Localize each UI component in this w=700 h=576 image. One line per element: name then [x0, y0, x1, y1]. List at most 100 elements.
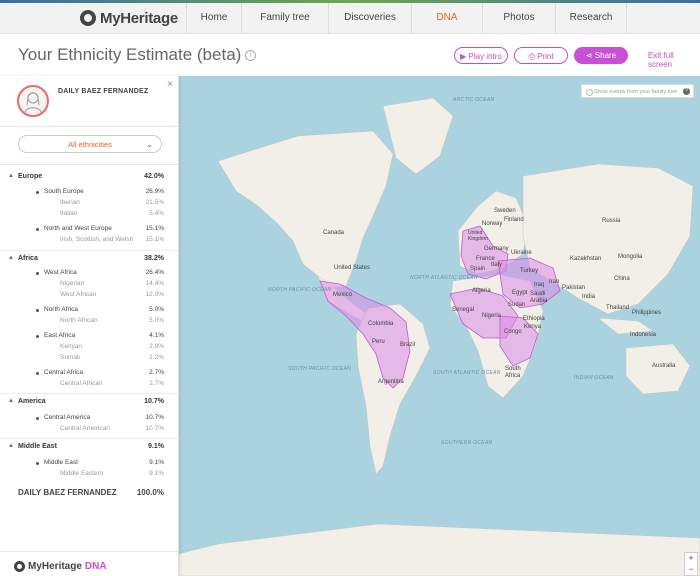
label-south-pacific: SOUTH PACIFIC OCEAN: [288, 366, 352, 372]
help-icon[interactable]: ?: [683, 88, 690, 95]
zoom-out-button[interactable]: −: [685, 564, 697, 575]
play-intro-label: Play intro: [468, 52, 502, 61]
ethnicity-central-african[interactable]: Central African 2.7%: [60, 380, 164, 390]
myheritage-logo[interactable]: MyHeritage: [80, 9, 178, 27]
ethnicity-middle-eastern[interactable]: Middle Eastern 9.1%: [60, 470, 164, 480]
region-name: Middle East: [18, 443, 57, 450]
subregion-name: East Africa: [44, 332, 76, 339]
ethnicity-italian[interactable]: Italian 5.4%: [60, 210, 164, 220]
logo-icon: [80, 10, 96, 26]
label-ukraine: Ukraine: [511, 250, 532, 256]
family-tree-events-toggle[interactable]: Show events from your family tree ?: [581, 84, 694, 98]
region-percent: 9.1%: [148, 443, 164, 450]
region-middle-east[interactable]: ▲ Middle East 9.1%: [8, 443, 164, 453]
subregion-west-africa[interactable]: West Africa 26.4%: [36, 269, 164, 279]
label-saudi-arabia: Saudi Arabia: [530, 291, 548, 304]
bullet: [36, 272, 39, 275]
ethnicity-name: Middle Eastern: [60, 470, 104, 477]
ethnicity-name: West African: [60, 291, 97, 298]
ethnicity-percent: 5.4%: [149, 210, 164, 217]
ethnicity-percent: 2.9%: [149, 343, 164, 350]
region-name: Africa: [18, 255, 38, 262]
label-canada: Canada: [323, 230, 345, 236]
page-title: Your Ethnicity Estimate (beta) i: [18, 45, 257, 65]
share-button[interactable]: ⋖ Share: [574, 47, 628, 64]
ethnicity-west-african[interactable]: West African 12.0%: [60, 291, 164, 301]
nav-family-tree[interactable]: Family tree: [241, 3, 328, 33]
label-sweden: Sweden: [494, 208, 516, 214]
ethnicity-somali[interactable]: Somali 1.2%: [60, 354, 164, 364]
ethnicity-name: Italian: [60, 210, 78, 217]
subregion-north-west-europe[interactable]: North and West Europe 15.1%: [36, 225, 164, 235]
print-button[interactable]: ⎙ Print: [514, 47, 568, 64]
label-southern-ocean: SOUTHERN OCEAN: [441, 440, 493, 446]
play-intro-button[interactable]: ▶ Play intro: [454, 47, 508, 64]
person-name: DAILY BAEZ FERNANDEZ: [58, 88, 149, 95]
close-icon[interactable]: ×: [167, 79, 173, 90]
label-kenya: Kenya: [524, 324, 542, 330]
zoom-in-button[interactable]: +: [685, 553, 697, 564]
region-percent: 10.7%: [144, 398, 164, 405]
subregion-east-africa[interactable]: East Africa 4.1%: [36, 332, 164, 342]
label-spain: Spain: [470, 266, 486, 272]
ethnicity-central-american[interactable]: Central American 10.7%: [60, 425, 164, 435]
logo-text: MyHeritage: [100, 9, 178, 27]
info-icon[interactable]: i: [245, 50, 257, 62]
subregion-percent: 26.4%: [145, 269, 164, 276]
nav-discoveries[interactable]: Discoveries: [328, 3, 411, 33]
bullet: [36, 417, 39, 420]
nav-photos[interactable]: Photos: [482, 3, 555, 33]
play-icon: ▶: [460, 52, 467, 61]
label-north-atlantic: NORTH ATLANTIC OCEAN: [410, 275, 478, 281]
subregion-central-africa[interactable]: Central Africa 2.7%: [36, 369, 164, 379]
subregion-north-africa[interactable]: North Africa 5.0%: [36, 306, 164, 316]
ethnicity-name: Nigerian: [60, 280, 85, 287]
region-africa[interactable]: ▲ Africa 38.2%: [8, 255, 164, 265]
ethnicity-name: Kenyan: [60, 343, 83, 350]
label-india: India: [582, 294, 596, 300]
label-sudan: Sudan: [508, 302, 526, 308]
person-silhouette-icon: [24, 92, 42, 114]
ethnicity-iberian[interactable]: Iberian 21.5%: [60, 199, 164, 209]
bullet: [36, 228, 39, 231]
bullet: [36, 372, 39, 375]
subregion-percent: 4.1%: [149, 332, 164, 339]
subregion-south-europe[interactable]: South Europe 26.9%: [36, 188, 164, 198]
label-brazil: Brazil: [400, 342, 416, 348]
label-north-pacific: NORTH PACIFIC OCEAN: [268, 287, 332, 293]
toggle-checkbox[interactable]: [586, 89, 593, 96]
page-title-text: Your Ethnicity Estimate (beta): [18, 45, 242, 64]
subregion-central-america[interactable]: Central America 10.7%: [36, 414, 164, 424]
nav-home[interactable]: Home: [186, 3, 241, 33]
subregion-middle-east[interactable]: Middle East 9.1%: [36, 459, 164, 469]
ethnicity-sidebar: × DAILY BAEZ FERNANDEZ All ethnicities ⌄…: [0, 76, 179, 576]
ethnicity-irish-scottish-welsh[interactable]: Irish, Scottish, and Welsh 15.1%: [60, 236, 164, 246]
zoom-control: + −: [684, 552, 698, 576]
label-italy: Italy: [491, 262, 503, 268]
region-america[interactable]: ▲ America 10.7%: [8, 398, 164, 408]
ethnicity-nigerian[interactable]: Nigerian 14.4%: [60, 280, 164, 290]
label-united-states: United States: [334, 265, 371, 271]
ethnicity-percent: 12.0%: [145, 291, 164, 298]
nav-research[interactable]: Research: [555, 3, 627, 33]
ethnicity-filter-select[interactable]: All ethnicities ⌄: [18, 135, 162, 153]
nav-dna[interactable]: DNA: [411, 3, 482, 33]
label-thailand: Thailand: [606, 305, 630, 311]
total-name: DAILY BAEZ FERNANDEZ: [18, 488, 117, 497]
exit-full-screen-link[interactable]: Exit full screen: [648, 51, 700, 69]
printer-icon: ⎙: [528, 52, 535, 61]
subregion-name: Central Africa: [44, 369, 84, 376]
ethnicity-percent: 15.1%: [145, 236, 164, 243]
divider: [0, 551, 178, 552]
ethnicity-percent: 2.7%: [149, 380, 164, 387]
avatar[interactable]: [17, 85, 49, 117]
region-europe[interactable]: ▲ Europe 42.0%: [8, 173, 164, 183]
region-percent: 38.2%: [144, 255, 164, 262]
ethnicity-name: Central American: [60, 425, 110, 432]
ethnicity-kenyan[interactable]: Kenyan 2.9%: [60, 343, 164, 353]
ethnicity-map[interactable]: ARCTIC OCEAN NORTH PACIFIC OCEAN NORTH A…: [178, 76, 700, 576]
subregion-name: West Africa: [44, 269, 77, 276]
ethnicity-north-african[interactable]: North African 5.0%: [60, 317, 164, 327]
label-pakistan: Pakistan: [562, 285, 586, 291]
top-navigation: MyHeritage Home Family tree Discoveries …: [0, 3, 700, 34]
